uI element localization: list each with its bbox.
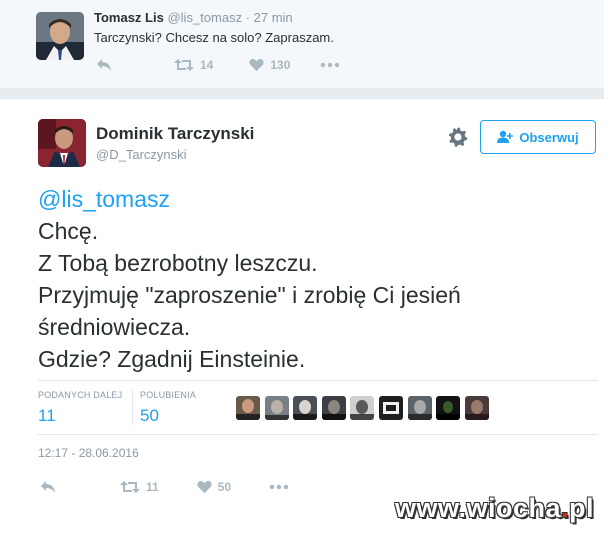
liker-avatar[interactable] — [350, 396, 375, 420]
likes-stat[interactable]: POLUBIENIA 50 — [140, 390, 196, 426]
more-dots-icon — [321, 62, 340, 68]
liker-avatar[interactable] — [293, 396, 318, 420]
retweet-icon — [174, 59, 194, 71]
tweet-line: Gdzie? Zgadnij Einsteinie. — [38, 346, 306, 372]
liker-avatar[interactable] — [321, 396, 346, 420]
retweet-button[interactable]: 14 — [174, 58, 213, 72]
heart-icon — [249, 58, 265, 72]
tweet-timestamp[interactable]: 12:17 - 28.06.2016 — [38, 446, 139, 460]
more-button[interactable] — [269, 484, 289, 490]
gear-icon — [448, 127, 468, 147]
tweet-time[interactable]: · 27 min — [246, 10, 293, 25]
author-handle[interactable]: @lis_tomasz — [167, 10, 242, 25]
watermark-tld: pl — [569, 493, 594, 523]
likes-stat-value: 50 — [140, 406, 159, 425]
divider — [38, 380, 598, 381]
tweet-actions: 11 50 — [40, 480, 289, 494]
tweet-actions: 14 130 — [96, 58, 340, 72]
retweet-count: 11 — [146, 480, 159, 494]
liker-avatar[interactable] — [236, 396, 260, 420]
retweets-stat-label: PODANYCH DALEJ — [38, 390, 123, 400]
retweet-button[interactable]: 11 — [120, 480, 159, 494]
like-button[interactable]: 130 — [249, 58, 290, 72]
tweet-line: średniowiecza. — [38, 314, 191, 340]
tweet-text: @lis_tomasz Chcę. Z Tobą bezrobotny lesz… — [38, 183, 578, 375]
retweets-stat-value: 11 — [38, 406, 56, 425]
liker-avatar[interactable] — [378, 396, 403, 420]
follow-button[interactable]: Obserwuj — [480, 120, 596, 154]
author-name[interactable]: Dominik Tarczynski — [96, 124, 254, 144]
like-count: 130 — [270, 58, 291, 72]
author-avatar[interactable] — [36, 12, 84, 60]
main-tweet: Dominik Tarczynski @D_Tarczynski Obserwu… — [0, 98, 604, 533]
author-handle[interactable]: @D_Tarczynski — [96, 147, 187, 162]
add-user-icon — [497, 130, 514, 144]
liker-avatars — [236, 396, 493, 420]
divider — [38, 434, 598, 435]
liker-avatar[interactable] — [264, 396, 289, 420]
mention-link[interactable]: @lis_tomasz — [38, 186, 170, 212]
reply-tweet: Tomasz Lis @lis_tomasz · 27 min Tarczyns… — [0, 0, 604, 89]
retweets-stat[interactable]: PODANYCH DALEJ 11 — [38, 390, 122, 426]
author-name[interactable]: Tomasz Lis — [94, 10, 164, 25]
watermark-dot: . — [560, 493, 569, 523]
author-avatar[interactable] — [38, 119, 86, 167]
like-count: 50 — [217, 480, 232, 494]
heart-icon — [197, 480, 212, 494]
reply-tweet-header: Tomasz Lis @lis_tomasz · 27 min — [94, 10, 293, 25]
more-dots-icon — [269, 484, 289, 490]
reply-button[interactable] — [40, 480, 56, 494]
like-button[interactable]: 50 — [197, 480, 231, 494]
reply-icon — [97, 59, 111, 71]
liker-avatar[interactable] — [407, 396, 432, 420]
reply-icon — [41, 481, 55, 493]
watermark: www.wiocha.pl — [395, 493, 594, 524]
tweet-text: Tarczynski? Chcesz na solo? Zapraszam. — [94, 30, 334, 45]
retweet-count: 14 — [200, 58, 214, 72]
tweet-line: Chcę. — [38, 218, 99, 244]
stat-separator — [132, 389, 133, 425]
retweet-icon — [120, 481, 140, 493]
liker-avatar[interactable] — [436, 396, 461, 420]
liker-avatar[interactable] — [464, 396, 489, 420]
reply-button[interactable] — [96, 58, 112, 72]
tweet-line: Z Tobą bezrobotny leszczu. — [38, 250, 318, 276]
more-button[interactable] — [320, 62, 340, 68]
follow-button-label: Obserwuj — [519, 129, 579, 145]
gear-button[interactable] — [448, 127, 468, 147]
tweet-line: Przyjmuję "zaproszenie" i zrobię Ci jesi… — [38, 282, 461, 308]
watermark-brand: www.wiocha — [394, 493, 561, 523]
likes-stat-label: POLUBIENIA — [140, 390, 197, 400]
